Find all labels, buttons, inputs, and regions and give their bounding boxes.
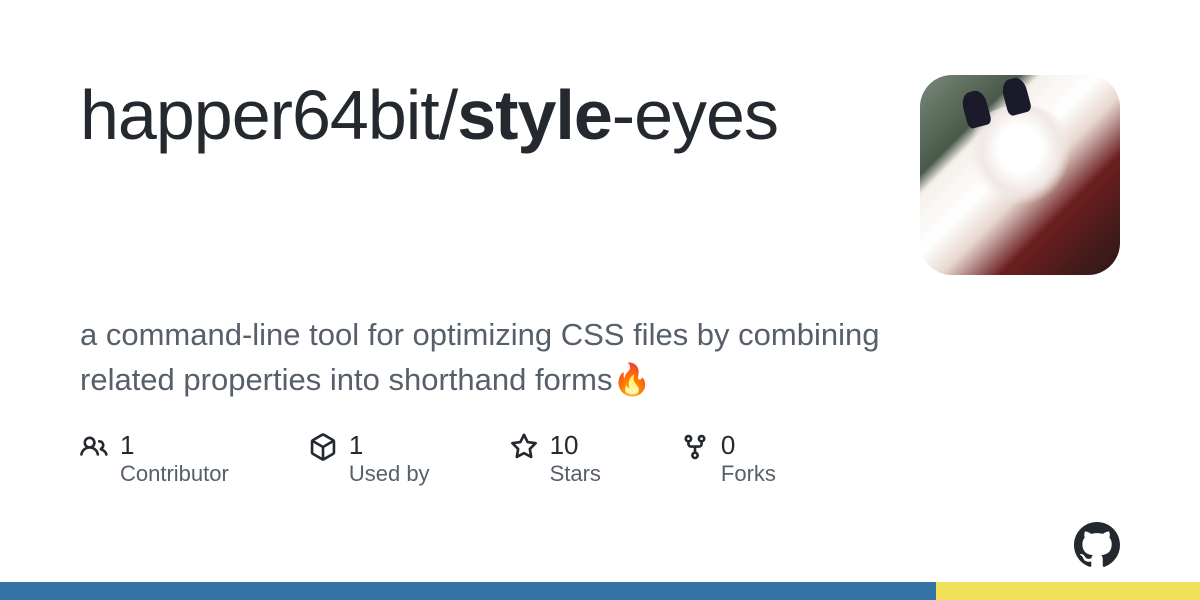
package-icon — [309, 433, 337, 461]
stat-stars: 10 Stars — [510, 431, 601, 488]
contributors-label: Contributor — [120, 461, 229, 487]
language-secondary — [936, 582, 1200, 600]
repo-title: happer64bit/style-eyes — [80, 75, 778, 156]
people-icon — [80, 433, 108, 461]
repo-name-bold: style — [457, 76, 612, 154]
slash: / — [439, 76, 457, 154]
github-icon — [1074, 522, 1120, 568]
fork-icon — [681, 433, 709, 461]
stat-contributors: 1 Contributor — [80, 431, 229, 488]
owner-name: happer64bit — [80, 76, 439, 154]
stat-content: 1 Contributor — [120, 431, 229, 488]
star-icon — [510, 433, 538, 461]
repo-card: happer64bit/style-eyes a command-line to… — [0, 0, 1200, 600]
language-bar — [0, 582, 1200, 600]
stat-used-by: 1 Used by — [309, 431, 430, 488]
stat-forks: 0 Forks — [681, 431, 776, 488]
used-by-value: 1 — [349, 431, 430, 460]
forks-value: 0 — [721, 431, 776, 460]
used-by-label: Used by — [349, 461, 430, 487]
repo-name-rest: -eyes — [612, 76, 778, 154]
repo-description: a command-line tool for optimizing CSS f… — [80, 313, 900, 403]
contributors-value: 1 — [120, 431, 229, 460]
stats-row: 1 Contributor 1 Used by 10 Stars 0 Forks — [80, 431, 1120, 488]
stars-label: Stars — [550, 461, 601, 487]
avatar — [920, 75, 1120, 275]
forks-label: Forks — [721, 461, 776, 487]
stars-value: 10 — [550, 431, 601, 460]
stat-content: 0 Forks — [721, 431, 776, 488]
title-row: happer64bit/style-eyes — [80, 75, 1120, 275]
stat-content: 10 Stars — [550, 431, 601, 488]
language-primary — [0, 582, 936, 600]
stat-content: 1 Used by — [349, 431, 430, 488]
